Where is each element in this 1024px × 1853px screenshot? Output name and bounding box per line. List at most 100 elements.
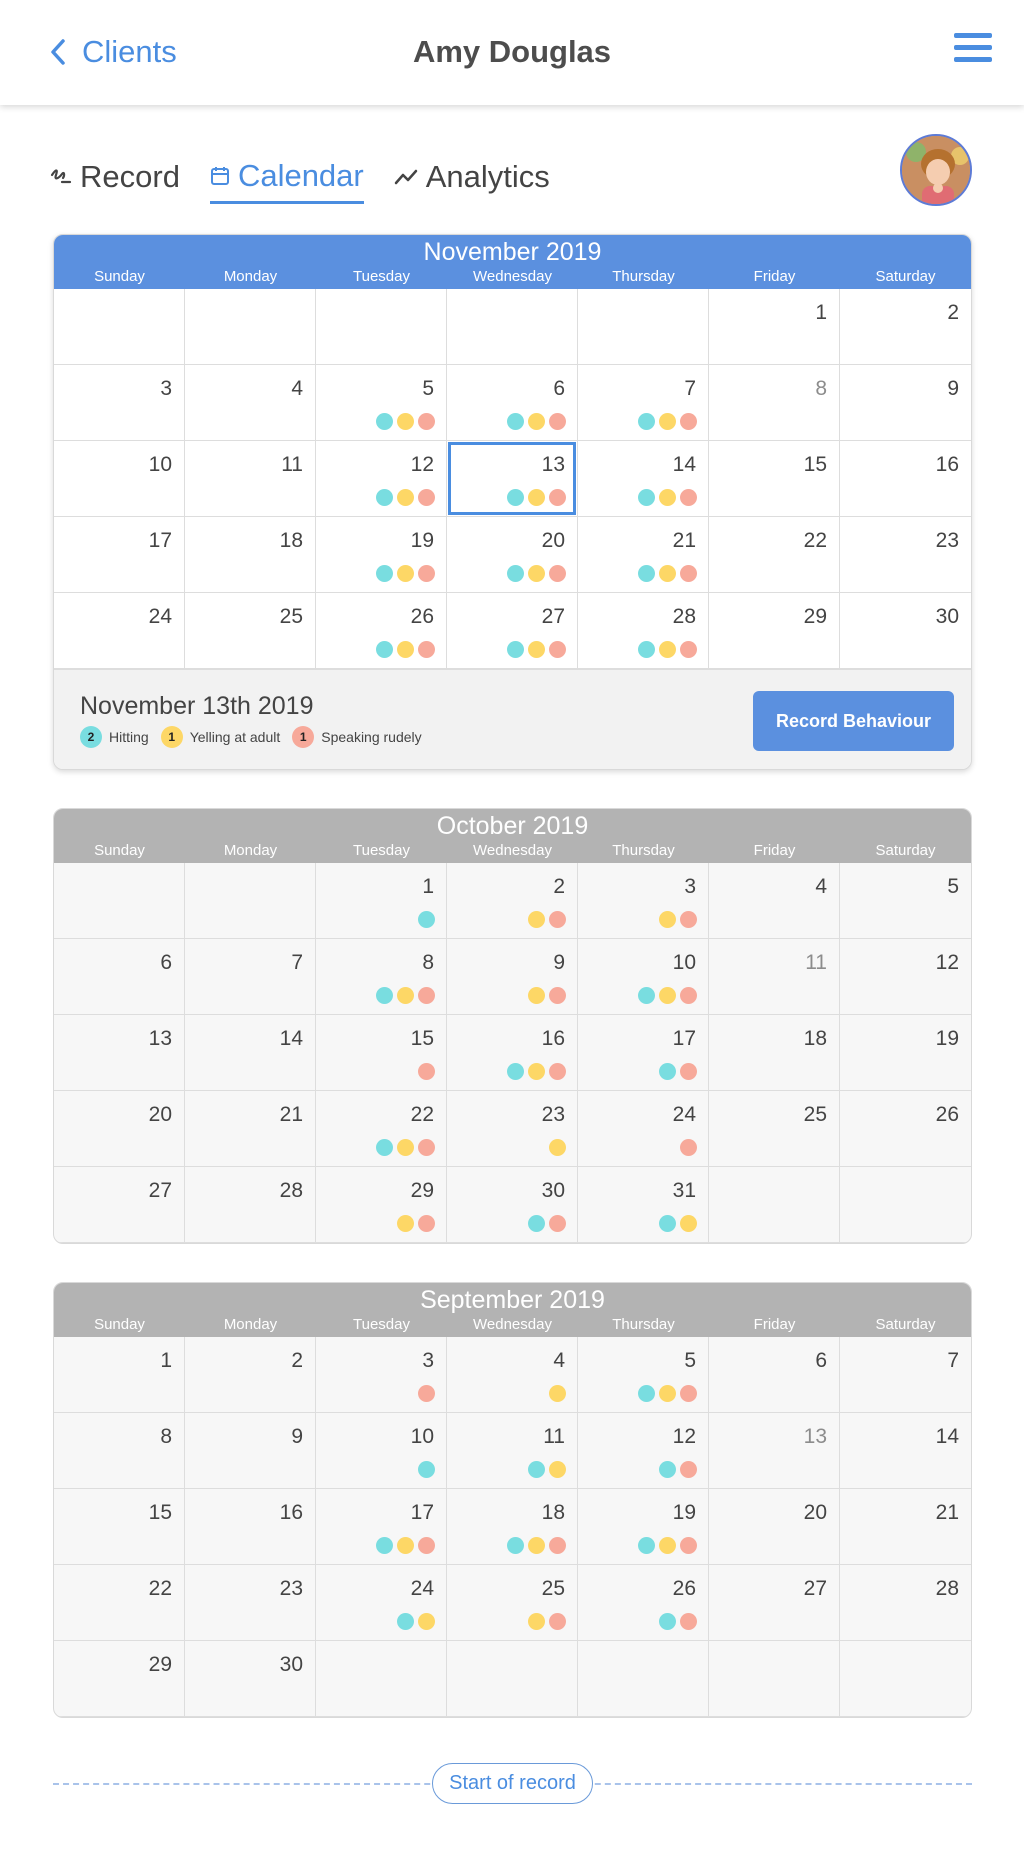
day-cell[interactable]: 21 xyxy=(840,1489,971,1565)
day-cell[interactable]: 26 xyxy=(316,593,447,669)
day-cell[interactable]: 6 xyxy=(54,939,185,1015)
day-cell[interactable]: 3 xyxy=(578,863,709,939)
day-cell[interactable]: 1 xyxy=(709,289,840,365)
day-cell[interactable]: 17 xyxy=(578,1015,709,1091)
day-cell[interactable]: 15 xyxy=(54,1489,185,1565)
day-cell[interactable]: 1 xyxy=(54,1337,185,1413)
tab-calendar[interactable]: Calendar xyxy=(209,150,364,204)
day-cell[interactable]: 2 xyxy=(185,1337,316,1413)
day-cell[interactable]: 9 xyxy=(447,939,578,1015)
day-cell[interactable]: 27 xyxy=(709,1565,840,1641)
day-cell[interactable]: 11 xyxy=(185,441,316,517)
day-cell[interactable]: 25 xyxy=(185,593,316,669)
day-cell[interactable]: 10 xyxy=(54,441,185,517)
day-cell[interactable]: 21 xyxy=(185,1091,316,1167)
client-avatar[interactable] xyxy=(900,134,972,206)
day-cell[interactable]: 14 xyxy=(185,1015,316,1091)
day-cell[interactable]: 25 xyxy=(709,1091,840,1167)
day-cell[interactable]: 19 xyxy=(840,1015,971,1091)
day-cell[interactable]: 7 xyxy=(578,365,709,441)
day-cell[interactable]: 5 xyxy=(840,863,971,939)
day-cell[interactable]: 16 xyxy=(840,441,971,517)
day-cell[interactable]: 24 xyxy=(316,1565,447,1641)
day-cell[interactable]: 5 xyxy=(316,365,447,441)
day-cell[interactable]: 30 xyxy=(840,593,971,669)
day-cell[interactable]: 4 xyxy=(447,1337,578,1413)
day-cell[interactable]: 29 xyxy=(316,1167,447,1243)
day-cell[interactable]: 22 xyxy=(316,1091,447,1167)
day-cell[interactable]: 18 xyxy=(185,517,316,593)
day-cell[interactable]: 9 xyxy=(185,1413,316,1489)
record-behaviour-button[interactable]: Record Behaviour xyxy=(753,691,954,751)
day-cell[interactable]: 17 xyxy=(54,517,185,593)
chevron-left-icon xyxy=(50,34,74,70)
tab-record[interactable]: Record xyxy=(50,150,180,204)
day-cell[interactable]: 13 xyxy=(709,1413,840,1489)
day-cell[interactable]: 13 xyxy=(447,441,578,517)
day-cell[interactable]: 6 xyxy=(447,365,578,441)
day-cell[interactable]: 8 xyxy=(316,939,447,1015)
day-cell[interactable]: 20 xyxy=(54,1091,185,1167)
day-cell[interactable]: 14 xyxy=(840,1413,971,1489)
day-cell[interactable]: 26 xyxy=(578,1565,709,1641)
day-cell[interactable]: 5 xyxy=(578,1337,709,1413)
day-cell[interactable]: 3 xyxy=(316,1337,447,1413)
day-cell[interactable]: 7 xyxy=(185,939,316,1015)
day-cell[interactable]: 13 xyxy=(54,1015,185,1091)
day-cell[interactable]: 4 xyxy=(709,863,840,939)
day-cell[interactable]: 29 xyxy=(709,593,840,669)
day-cell[interactable]: 28 xyxy=(840,1565,971,1641)
hamburger-menu-icon[interactable] xyxy=(954,33,992,69)
day-cell[interactable]: 2 xyxy=(840,289,971,365)
day-cell[interactable]: 10 xyxy=(578,939,709,1015)
day-cell[interactable]: 30 xyxy=(185,1641,316,1717)
day-cell[interactable]: 20 xyxy=(709,1489,840,1565)
day-cell[interactable]: 8 xyxy=(709,365,840,441)
day-cell[interactable]: 2 xyxy=(447,863,578,939)
day-cell[interactable]: 10 xyxy=(316,1413,447,1489)
day-cell[interactable]: 17 xyxy=(316,1489,447,1565)
day-cell[interactable]: 26 xyxy=(840,1091,971,1167)
day-cell[interactable]: 16 xyxy=(185,1489,316,1565)
start-of-record-button[interactable]: Start of record xyxy=(432,1763,593,1804)
day-cell[interactable]: 23 xyxy=(185,1565,316,1641)
day-cell[interactable]: 8 xyxy=(54,1413,185,1489)
day-cell[interactable]: 22 xyxy=(54,1565,185,1641)
day-cell[interactable]: 11 xyxy=(447,1413,578,1489)
day-cell[interactable]: 20 xyxy=(447,517,578,593)
day-cell[interactable]: 3 xyxy=(54,365,185,441)
tab-analytics[interactable]: Analytics xyxy=(394,150,550,204)
day-cell[interactable]: 18 xyxy=(709,1015,840,1091)
day-cell[interactable]: 14 xyxy=(578,441,709,517)
day-cell[interactable]: 1 xyxy=(316,863,447,939)
day-cell[interactable]: 9 xyxy=(840,365,971,441)
day-cell[interactable]: 4 xyxy=(185,365,316,441)
day-cell[interactable]: 18 xyxy=(447,1489,578,1565)
day-cell[interactable]: 22 xyxy=(709,517,840,593)
day-cell[interactable]: 24 xyxy=(54,593,185,669)
day-cell[interactable]: 11 xyxy=(709,939,840,1015)
day-cell[interactable]: 31 xyxy=(578,1167,709,1243)
day-cell[interactable]: 27 xyxy=(447,593,578,669)
day-cell[interactable]: 24 xyxy=(578,1091,709,1167)
day-cell[interactable]: 19 xyxy=(316,517,447,593)
day-cell[interactable]: 27 xyxy=(54,1167,185,1243)
day-cell[interactable]: 23 xyxy=(447,1091,578,1167)
day-cell[interactable]: 23 xyxy=(840,517,971,593)
day-cell[interactable]: 28 xyxy=(185,1167,316,1243)
day-cell[interactable]: 21 xyxy=(578,517,709,593)
day-cell[interactable]: 25 xyxy=(447,1565,578,1641)
day-cell[interactable]: 12 xyxy=(316,441,447,517)
day-cell[interactable]: 16 xyxy=(447,1015,578,1091)
day-cell[interactable]: 7 xyxy=(840,1337,971,1413)
day-cell[interactable]: 28 xyxy=(578,593,709,669)
day-cell[interactable]: 29 xyxy=(54,1641,185,1717)
day-cell[interactable]: 12 xyxy=(578,1413,709,1489)
day-cell[interactable]: 15 xyxy=(316,1015,447,1091)
day-cell[interactable]: 30 xyxy=(447,1167,578,1243)
day-cell[interactable]: 19 xyxy=(578,1489,709,1565)
day-cell[interactable]: 12 xyxy=(840,939,971,1015)
day-cell[interactable]: 6 xyxy=(709,1337,840,1413)
back-to-clients-button[interactable]: Clients xyxy=(50,34,177,70)
day-cell[interactable]: 15 xyxy=(709,441,840,517)
